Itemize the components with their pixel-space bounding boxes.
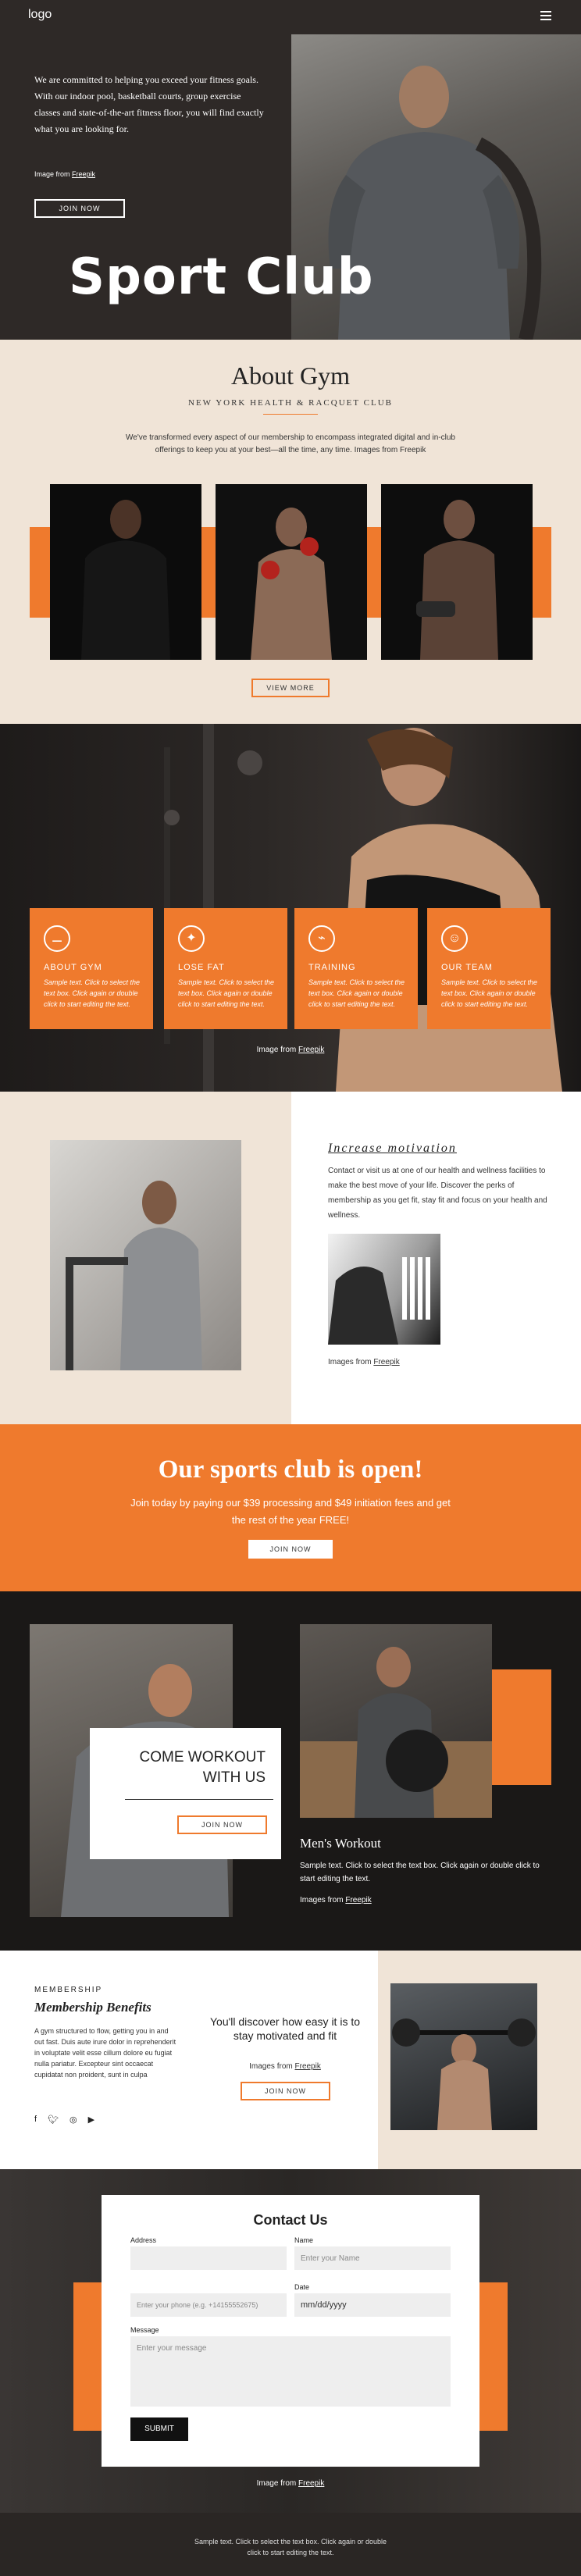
freepik-link[interactable]: Freepik [373, 1358, 399, 1366]
piano-workout-photo [328, 1234, 440, 1345]
freepik-link[interactable]: Freepik [72, 170, 95, 178]
orange-block [492, 1669, 551, 1785]
orange-block-right [476, 2282, 508, 2431]
divider [125, 1799, 273, 1800]
open-text: Join today by paying our $39 processing … [130, 1497, 451, 1526]
twitter-icon[interactable]: 🐦︎ [48, 2115, 59, 2125]
youtube-icon[interactable]: ▶ [88, 2115, 94, 2125]
gym-photo-2 [216, 484, 367, 660]
footer: Sample text. Click to select the text bo… [0, 2513, 581, 2576]
training-section: ⚊ ABOUT GYM Sample text. Click to select… [0, 724, 581, 1092]
workout-section: COME WORKOUT WITH US JOIN NOW Men's Work… [0, 1591, 581, 1951]
about-text: We've transformed every aspect of our me… [126, 433, 455, 454]
submit-button[interactable]: SUBMIT [130, 2417, 188, 2441]
motivation-text: Contact or visit us at one of our health… [328, 1167, 547, 1220]
footer-text: Sample text. Click to select the text bo… [194, 2538, 387, 2556]
workout-card-title: COME WORKOUT WITH US [139, 1749, 266, 1786]
message-textarea[interactable]: Enter your message [130, 2336, 451, 2407]
mens-workout-photo [300, 1624, 492, 1818]
card-text: Sample text. Click to select the text bo… [44, 978, 141, 1008]
open-section: Our sports club is open! Join today by p… [0, 1424, 581, 1591]
contact-form-card: Contact Us Address Name Enter your Name … [102, 2195, 479, 2467]
muscle-icon: ✦ [178, 925, 205, 952]
facebook-icon[interactable]: f [34, 2115, 37, 2125]
barbell-lift-photo [390, 1983, 537, 2130]
open-title: Our sports club is open! [158, 1455, 423, 1484]
card-title: LOSE FAT [178, 963, 225, 972]
membership-credit: Images from Freepik [207, 2062, 363, 2071]
service-card[interactable]: ⚊ ABOUT GYM Sample text. Click to select… [30, 908, 153, 1029]
logo[interactable]: logo [28, 8, 52, 22]
training-icon: ⌁ [308, 925, 335, 952]
card-title: ABOUT GYM [44, 963, 102, 972]
card-title: TRAINING [308, 963, 356, 972]
mens-workout-title: Men's Workout [300, 1836, 381, 1851]
address-label: Address [130, 2236, 157, 2244]
divider [263, 414, 318, 415]
credit-prefix: Image from [256, 1046, 298, 1054]
freepik-link[interactable]: Freepik [345, 1896, 371, 1904]
about-section: About Gym NEW YORK HEALTH & RACQUET CLUB… [0, 340, 581, 724]
card-title: OUR TEAM [441, 963, 493, 972]
gym-photo-1 [50, 484, 201, 660]
hero-credit: Image from Freepik [34, 170, 95, 178]
workout-credit: Images from Freepik [300, 1896, 372, 1904]
membership-title: Membership Benefits [34, 2000, 151, 2015]
service-card[interactable]: ✦ LOSE FAT Sample text. Click to select … [164, 908, 287, 1029]
card-text: Sample text. Click to select the text bo… [178, 978, 275, 1008]
view-more-button[interactable]: VIEW MORE [251, 679, 330, 697]
treadmill-photo [50, 1140, 241, 1370]
instagram-icon[interactable]: ◎ [70, 2115, 77, 2125]
contact-title: Contact Us [253, 2212, 328, 2228]
credit-prefix: Image from [256, 2479, 298, 2488]
membership-eyebrow: MEMBERSHIP [34, 1986, 103, 1994]
hero-section: logo We are committed to helping you exc… [0, 0, 581, 340]
contact-section: Contact Us Address Name Enter your Name … [0, 2169, 581, 2513]
hero-title: Sport Club [69, 248, 374, 306]
join-now-button[interactable]: JOIN NOW [34, 199, 125, 218]
hamburger-icon[interactable] [540, 11, 551, 20]
about-subtitle: NEW YORK HEALTH & RACQUET CLUB [188, 398, 393, 408]
freepik-link[interactable]: Freepik [298, 2479, 324, 2488]
gym-photo-3 [381, 484, 533, 660]
name-input[interactable]: Enter your Name [294, 2246, 451, 2270]
card-text: Sample text. Click to select the text bo… [308, 978, 405, 1008]
credit-prefix: Images from [328, 1358, 374, 1366]
membership-section: MEMBERSHIP Membership Benefits A gym str… [0, 1951, 581, 2169]
date-label: Date [294, 2283, 310, 2291]
join-now-button[interactable]: JOIN NOW [177, 1815, 267, 1834]
motivation-title: Increase motivation [328, 1142, 457, 1155]
hero-text: We are committed to helping you exceed y… [34, 74, 264, 134]
phone-input[interactable]: Enter your phone (e.g. +14155552675) [130, 2293, 287, 2317]
address-input[interactable] [130, 2246, 287, 2270]
motivation-section: Increase motivation Contact or visit us … [0, 1092, 581, 1424]
freepik-link[interactable]: Freepik [295, 2062, 321, 2071]
join-now-button[interactable]: JOIN NOW [241, 2082, 330, 2100]
workout-card: COME WORKOUT WITH US JOIN NOW [90, 1728, 281, 1859]
service-card[interactable]: ⌁ TRAINING Sample text. Click to select … [294, 908, 418, 1029]
credit-prefix: Images from [300, 1896, 346, 1904]
about-title: About Gym [231, 362, 350, 390]
training-credit: Image from Freepik [0, 1046, 581, 1054]
message-label: Message [130, 2326, 159, 2334]
mens-workout-text: Sample text. Click to select the text bo… [300, 1862, 540, 1883]
card-text: Sample text. Click to select the text bo… [441, 978, 538, 1008]
membership-text: A gym structured to flow, getting you in… [34, 2027, 176, 2079]
credit-prefix: Image from [34, 170, 73, 178]
contact-credit: Image from Freepik [0, 2479, 581, 2488]
membership-center-title: You'll discover how easy it is to stay m… [209, 2015, 361, 2042]
motivation-credit: Images from Freepik [328, 1358, 400, 1366]
join-now-button[interactable]: JOIN NOW [248, 1540, 333, 1559]
date-input[interactable]: mm/dd/yyyy [294, 2293, 451, 2317]
social-icons: f 🐦︎ ◎ ▶ [34, 2115, 94, 2125]
freepik-link[interactable]: Freepik [298, 1046, 324, 1054]
team-icon: ☺ [441, 925, 468, 952]
orange-block-left [73, 2282, 105, 2431]
credit-prefix: Images from [249, 2062, 295, 2071]
service-card[interactable]: ☺ OUR TEAM Sample text. Click to select … [427, 908, 551, 1029]
name-label: Name [294, 2236, 314, 2244]
dumbbell-icon: ⚊ [44, 925, 70, 952]
